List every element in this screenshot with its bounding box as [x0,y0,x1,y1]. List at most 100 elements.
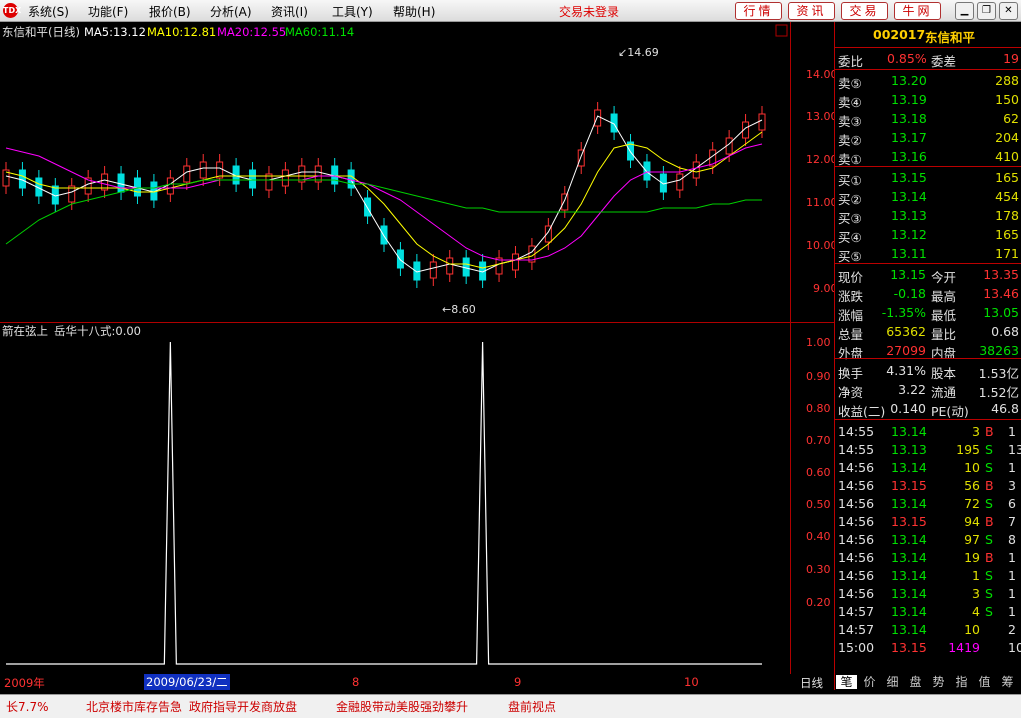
ma20-label: MA20:12.55 [217,25,286,39]
weicha-label: 委差 [931,54,957,69]
buy-price: 13.13 [891,208,927,223]
stat-value: 13.35 [983,267,1019,282]
ticker-item[interactable]: 长7.7% [6,698,49,715]
tick-time: 14:56 [838,586,875,601]
tick-count: 8 [1008,532,1016,547]
trade-button[interactable]: 交易 [841,2,888,20]
tick-time: 14:57 [838,622,875,637]
login-status[interactable]: 交易未登录 [559,3,619,20]
tick-row: 14:56 13.14 72 S 6 [835,495,1021,513]
sell-label: 卖④ [838,95,862,110]
close-icon[interactable]: ✕ [999,2,1018,20]
candle-body [281,169,289,187]
menu-tools[interactable]: 工具(Y) [332,3,373,20]
menu-bar: TDX 系统(S) 功能(F) 报价(B) 分析(A) 资讯(I) 工具(Y) … [0,0,1021,22]
info-button[interactable]: 资讯 [788,2,835,20]
candle-body [380,225,388,245]
stat-label: 涨幅 [838,308,864,323]
tick-count: 1 [1008,460,1016,475]
month-label: 10 [684,675,699,689]
tick-count: 1 [1008,550,1016,565]
tick-count: 107 [1008,640,1021,655]
tick-price: 13.14 [891,622,927,637]
buy-label: 买③ [838,211,862,226]
tick-row: 14:56 13.14 1 S 1 [835,567,1021,585]
stat-value: 46.8 [991,401,1019,416]
menu-quote[interactable]: 报价(B) [149,3,191,20]
menu-info[interactable]: 资讯(I) [271,3,308,20]
stat-label: 收益(二) [838,404,886,419]
tick-volume: 72 [964,496,980,511]
stat-value: 38263 [979,343,1019,358]
menu-analysis[interactable]: 分析(A) [210,3,252,20]
tick-volume: 195 [956,442,980,457]
price-tick: 9.00 [813,282,834,295]
candle-body [166,177,174,195]
stat-row: 现价 13.15 今开 13.35 [835,266,1021,285]
stock-header: 002017 东信和平 [835,26,1021,45]
price-tick: 11.00 [806,196,834,209]
detail-tab[interactable]: 笔 [836,675,857,689]
tick-row: 14:56 13.15 94 B 7 [835,513,1021,531]
restore-icon[interactable]: ❐ [977,2,996,20]
menu-function[interactable]: 功能(F) [88,3,128,20]
price-tick: 12.00 [806,153,834,166]
tick-volume: 94 [964,514,980,529]
sell-volume: 150 [995,92,1019,107]
detail-tab[interactable]: 指 [951,675,972,689]
detail-tab[interactable]: 值 [974,675,995,689]
candle-body [561,193,569,211]
ticker-item[interactable]: 北京楼市库存告急 [86,698,182,715]
detail-tab[interactable]: 盘 [905,675,926,689]
tick-time: 14:56 [838,568,875,583]
tick-count: 6 [1008,496,1016,511]
candle-body [429,261,437,279]
detail-tab[interactable]: 筹 [997,675,1018,689]
menu-help[interactable]: 帮助(H) [393,3,435,20]
month-label: 9 [514,675,522,689]
weibi-row: 委比 0.85% 委差 19 [835,50,1021,69]
sell-row: 卖⑤ 13.20 288 [835,72,1021,91]
kline-chart[interactable]: 东信和平(日线) MA5:13.12 MA10:12.81 MA20:12.55… [0,22,834,688]
menu-system[interactable]: 系统(S) [28,3,69,20]
detail-tab[interactable]: 细 [882,675,903,689]
tick-time: 14:56 [838,478,875,493]
tick-price: 13.14 [891,532,927,547]
tick-side: B [985,514,994,529]
ma5-label: MA5:13.12 [84,25,146,39]
ticker-item[interactable]: 政府指导开发商放盘 [189,698,297,715]
tick-row: 14:56 13.14 19 B 1 [835,549,1021,567]
sell-price: 13.17 [891,130,927,145]
quote-button[interactable]: 行情 [735,2,782,20]
candle-body [676,173,684,191]
detail-tab[interactable]: 势 [928,675,949,689]
ma10-label: MA10:12.81 [147,25,216,39]
buy-row: 买③ 13.13 178 [835,207,1021,226]
candle-body [577,149,585,167]
stat-value: 27099 [886,343,926,358]
stat-value: 0.140 [890,401,926,416]
ma60-label: MA60:11.14 [285,25,354,39]
ticker-item[interactable]: 盘前视点 [508,698,556,715]
tick-side: S [985,604,993,619]
tick-time: 15:00 [838,640,875,655]
tick-time: 14:55 [838,442,875,457]
detail-tab[interactable]: 价 [859,675,880,689]
stat-label: 现价 [838,270,864,285]
tick-count: 13 [1008,442,1021,457]
stat-row: 收益(二) 0.140 PE(动) 46.8 [835,400,1021,419]
weicha-value: 19 [1003,51,1019,66]
tick-count: 1 [1008,604,1016,619]
ticker-item[interactable]: 金融股带动美股强劲攀升 [336,698,468,715]
stat-value: 65362 [886,324,926,339]
sell-price: 13.18 [891,111,927,126]
tick-price: 13.14 [891,568,927,583]
minimize-icon[interactable]: ▁ [955,2,974,20]
period-label[interactable]: 日线 [800,675,823,691]
tick-price: 13.14 [891,424,927,439]
niuwang-button[interactable]: 牛网 [894,2,941,20]
stat-label: 流通 [931,385,957,400]
indicator-formula: 岳华十八式:0.00 [54,324,141,338]
candle-body [446,257,454,275]
stat-value: 13.15 [890,267,926,282]
